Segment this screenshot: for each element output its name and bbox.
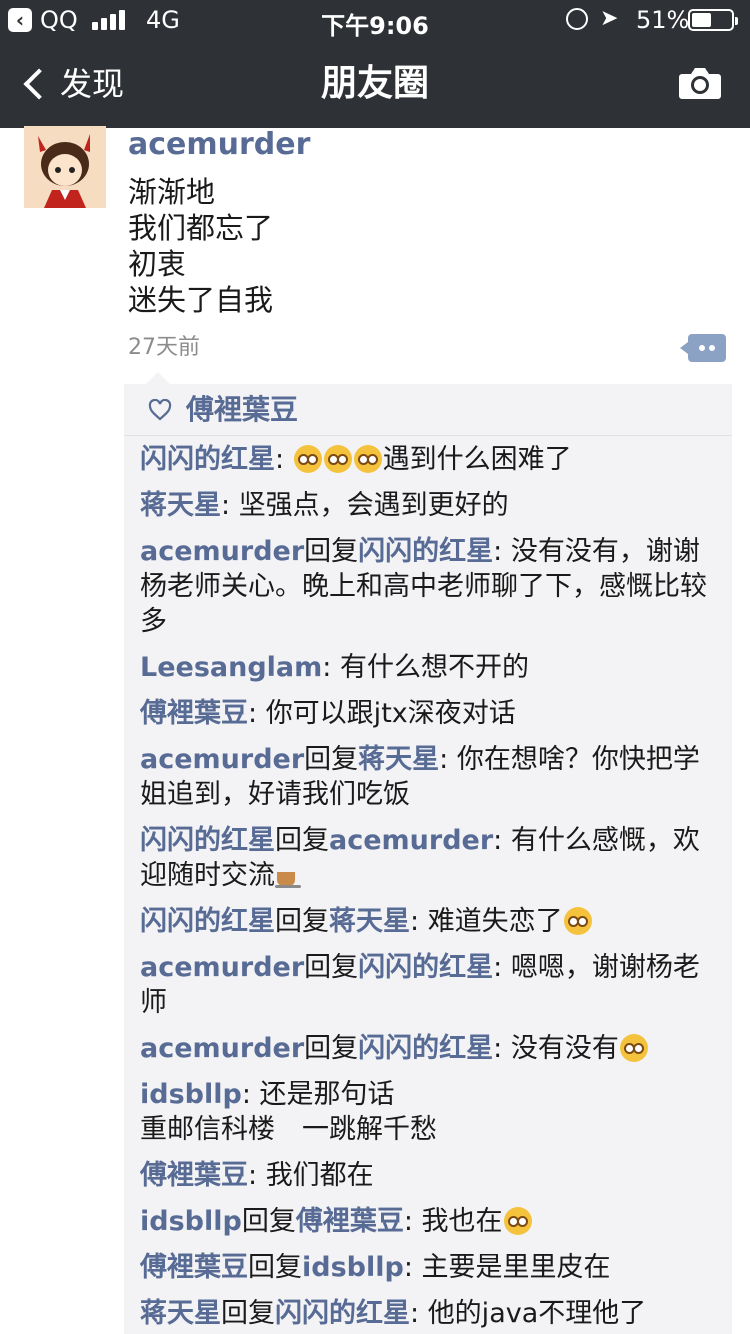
reply-target[interactable]: 闪闪的红星: [358, 952, 493, 983]
rotation-lock-icon: [566, 8, 588, 30]
battery-icon: [688, 9, 738, 31]
comment-author[interactable]: 蒋天星: [140, 490, 221, 521]
reply-word: 回复: [275, 906, 329, 937]
comment-author[interactable]: 傅裡葉豆: [140, 1160, 248, 1191]
reply-word: 回复: [304, 536, 359, 567]
reply-word: 回复: [304, 744, 359, 775]
comment-text: 你可以跟jtx深夜对话: [265, 698, 516, 729]
reply-word: 回复: [275, 825, 329, 856]
comment-row[interactable]: 闪闪的红星回复蒋天星: 难道失恋了: [140, 904, 720, 939]
comment-row[interactable]: 闪闪的红星回复acemurder: 有什么感慨，欢迎随时交流: [140, 823, 720, 893]
reply-target[interactable]: acemurder: [329, 825, 493, 856]
comment-text: 难道失恋了: [427, 906, 563, 937]
page-title: 朋友圈: [320, 63, 429, 104]
battery-percent: 51%: [636, 6, 690, 34]
comment-author[interactable]: 闪闪的红星: [140, 825, 275, 856]
comment-author[interactable]: 闪闪的红星: [140, 906, 275, 937]
comment-box: 傅裡葉豆 闪闪的红星: 遇到什么困难了 蒋天星: 坚强点，会遇到更好的 acemur…: [124, 384, 732, 1334]
reply-word: 回复: [241, 1206, 296, 1237]
comment-text: 坚强点，会遇到更好的: [238, 490, 509, 521]
camera-icon[interactable]: [678, 66, 722, 100]
likes-row: 傅裡葉豆: [124, 384, 732, 436]
comment-author[interactable]: 傅裡葉豆: [140, 698, 248, 729]
face-emoji-icon: [563, 907, 592, 935]
comment-author[interactable]: acemurder: [140, 1033, 304, 1064]
comment-text: 主要是里里皮在: [421, 1252, 611, 1283]
comment-row[interactable]: 傅裡葉豆: 我们都在: [140, 1158, 720, 1193]
comment-box-arrow: [146, 372, 170, 384]
comment-text: 他的java不理他了: [427, 1298, 647, 1329]
comment-row[interactable]: 蒋天星: 坚强点，会遇到更好的: [140, 488, 720, 523]
top-bar: ‹ QQ 4G 下午9:06 ➤ 51% 发现 朋友圈: [0, 0, 750, 128]
flushed-face-emoji-icon: [293, 445, 322, 473]
comment-row[interactable]: idsbllp: 还是那句话 重邮信科楼 一跳解千愁: [140, 1077, 720, 1147]
comment-author[interactable]: 闪闪的红星: [140, 444, 275, 475]
flushed-face-emoji-icon: [353, 445, 382, 473]
face-emoji-icon: [503, 1207, 532, 1235]
reply-target[interactable]: 傅裡葉豆: [296, 1206, 404, 1237]
post-line: 迷失了自我: [128, 283, 274, 317]
reply-word: 回复: [221, 1298, 275, 1329]
reply-target[interactable]: 闪闪的红星: [275, 1298, 410, 1329]
comment-author[interactable]: acemurder: [140, 744, 304, 775]
comment-text: 遇到什么困难了: [382, 444, 572, 475]
flushed-face-emoji-icon: [323, 445, 352, 473]
comment-text: 我们都在: [265, 1160, 374, 1191]
post-time: 27天前: [128, 335, 200, 360]
comment-like-menu-button[interactable]: [680, 334, 726, 362]
comment-row[interactable]: acemurder回复闪闪的红星: 没有没有，谢谢杨老师关心。晚上和高中老师聊了…: [140, 534, 720, 639]
post-line: 初衷: [128, 247, 187, 281]
coffee-cup-icon: [275, 864, 303, 888]
nav-bar: 发现 朋友圈: [0, 40, 750, 128]
comment-row[interactable]: 傅裡葉豆: 你可以跟jtx深夜对话: [140, 696, 720, 731]
reply-target[interactable]: idsbllp: [302, 1252, 404, 1283]
post-line: 我们都忘了: [128, 211, 274, 245]
comment-author[interactable]: acemurder: [140, 536, 304, 567]
post-author[interactable]: acemurder: [128, 126, 310, 164]
reply-word: 回复: [304, 952, 359, 983]
comment-row[interactable]: acemurder回复蒋天星: 你在想啥？你快把学姐追到，好请我们吃饭: [140, 742, 720, 812]
location-icon: ➤: [600, 6, 619, 31]
comment-row[interactable]: Leesanglam: 有什么想不开的: [140, 650, 720, 685]
reply-target[interactable]: 闪闪的红星: [358, 1033, 493, 1064]
comment-row[interactable]: acemurder回复闪闪的红星: 没有没有: [140, 1031, 720, 1066]
reply-word: 回复: [248, 1252, 302, 1283]
reply-target[interactable]: 蒋天星: [329, 906, 410, 937]
comment-row[interactable]: acemurder回复闪闪的红星: 嗯嗯，谢谢杨老师: [140, 950, 720, 1020]
comment-row[interactable]: 闪闪的红星: 遇到什么困难了: [140, 442, 720, 477]
comment-author[interactable]: 蒋天星: [140, 1298, 221, 1329]
comment-text: 有什么想不开的: [339, 652, 529, 683]
comment-row[interactable]: idsbllp回复傅裡葉豆: 我也在: [140, 1204, 720, 1239]
post-line: 渐渐地: [128, 175, 216, 209]
comment-author[interactable]: Leesanglam: [140, 652, 322, 683]
comment-author[interactable]: idsbllp: [140, 1206, 242, 1237]
reply-target[interactable]: 闪闪的红星: [358, 536, 493, 567]
comment-row[interactable]: 傅裡葉豆回复idsbllp: 主要是里里皮在: [140, 1250, 720, 1285]
status-bar: ‹ QQ 4G 下午9:06 ➤ 51%: [0, 0, 750, 40]
avatar[interactable]: [24, 126, 106, 208]
reply-target[interactable]: 蒋天星: [358, 744, 439, 775]
post-content: 渐渐地 我们都忘了 初衷 迷失了自我: [128, 174, 273, 318]
reply-word: 回复: [304, 1033, 359, 1064]
comment-text: 没有没有: [510, 1033, 619, 1064]
comment-author[interactable]: 傅裡葉豆: [140, 1252, 248, 1283]
comment-author[interactable]: acemurder: [140, 952, 304, 983]
comment-row[interactable]: 蒋天星回复闪闪的红星: 他的java不理他了: [140, 1296, 720, 1331]
face-emoji-icon: [619, 1034, 648, 1062]
comment-list: 闪闪的红星: 遇到什么困难了 蒋天星: 坚强点，会遇到更好的 acemurder回复…: [140, 442, 720, 1334]
liker-name[interactable]: 傅裡葉豆: [186, 392, 298, 428]
comment-author[interactable]: idsbllp: [140, 1079, 242, 1110]
heart-icon: [148, 399, 172, 421]
comment-text: 我也在: [421, 1206, 503, 1237]
